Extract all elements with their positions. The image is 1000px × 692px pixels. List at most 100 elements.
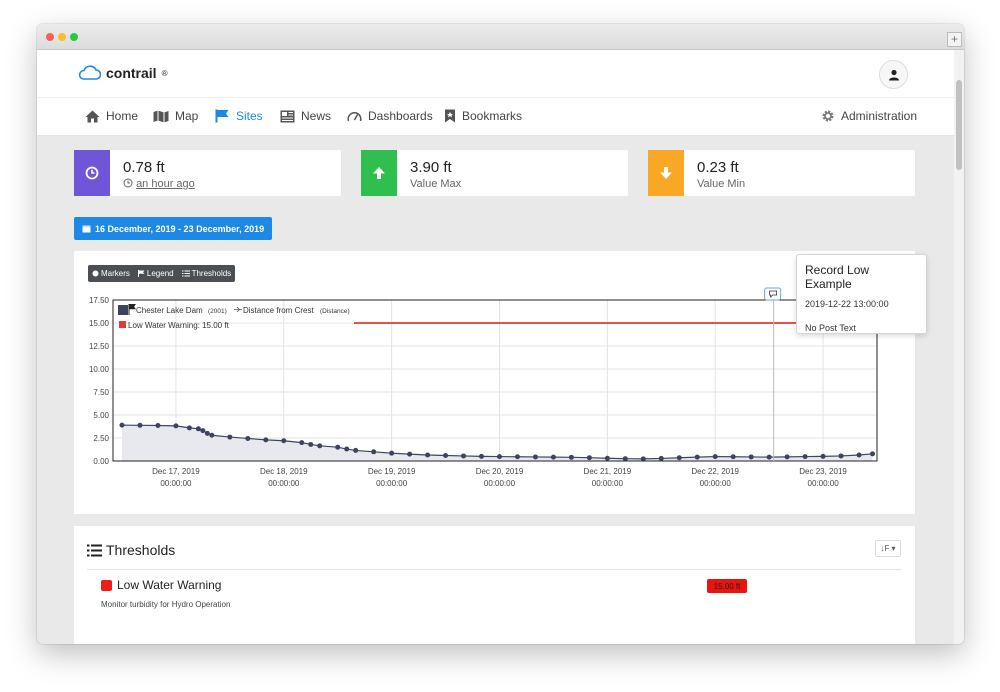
- x-tick-time: 00:00:00: [700, 479, 732, 488]
- data-point: [200, 428, 206, 434]
- close-window-button[interactable]: [46, 33, 54, 41]
- data-point: [838, 453, 844, 459]
- nav-label-administration: Administration: [841, 109, 918, 123]
- chart-plot[interactable]: 17.50 15.00 12.50 10.00 7.50 5.00 2.50 0.00 Dec…: [74, 251, 915, 514]
- data-point: [353, 447, 359, 453]
- last-updated-link[interactable]: an hour ago: [136, 178, 195, 190]
- legend-site-name: Chester Lake Dam: [136, 306, 203, 315]
- tooltip-body: No Post Text: [805, 323, 856, 333]
- list-icon: [87, 544, 102, 556]
- y-tick-label: 17.50: [89, 296, 110, 305]
- nav-item-administration[interactable]: Administration: [821, 109, 917, 123]
- stat-value-current: 0.78 ft: [123, 159, 165, 176]
- x-tick-date: Dec 23, 2019: [799, 467, 847, 476]
- data-point: [461, 453, 467, 459]
- y-tick-label: 5.00: [93, 411, 109, 420]
- data-point: [870, 451, 876, 457]
- x-tick-time: 00:00:00: [376, 479, 408, 488]
- data-point: [676, 455, 682, 461]
- data-point: [730, 454, 736, 460]
- nav-item-dashboards[interactable]: Dashboards: [347, 109, 433, 123]
- maximize-window-button[interactable]: [70, 33, 78, 41]
- user-avatar-button[interactable]: [879, 60, 908, 89]
- data-point: [335, 444, 341, 450]
- data-point: [425, 452, 431, 458]
- calendar-icon: [82, 225, 91, 232]
- scrollbar-thumb[interactable]: [956, 80, 962, 170]
- date-range-label: 16 December, 2019 - 23 December, 2019: [95, 223, 265, 234]
- data-point: [371, 449, 377, 455]
- y-tick-label: 10.00: [89, 365, 110, 374]
- stat-icon-box-max: [361, 150, 397, 196]
- legend-site-code: (2001): [208, 308, 227, 315]
- stat-card-min: 0.23 ft Value Min: [648, 150, 915, 196]
- data-point: [155, 422, 161, 428]
- nav-item-bookmarks[interactable]: Bookmarks: [444, 109, 522, 123]
- data-point: [622, 456, 628, 462]
- data-point: [344, 446, 350, 452]
- x-tick-time: 00:00:00: [160, 479, 192, 488]
- y-tick-label: 15.00: [89, 319, 110, 328]
- data-point: [317, 443, 323, 449]
- contrail-logo[interactable]: contrail ®: [77, 65, 167, 81]
- x-tick-date: Dec 18, 2019: [260, 467, 308, 476]
- threshold-item-name[interactable]: Low Water Warning: [101, 578, 221, 592]
- threshold-item-label: Low Water Warning: [117, 578, 222, 592]
- marker-comment-icon[interactable]: [764, 287, 782, 301]
- stat-sub-current: an hour ago: [123, 178, 195, 190]
- stat-sub-max: Value Max: [410, 178, 462, 190]
- thresholds-sort-button[interactable]: ↓F ▾: [875, 540, 901, 557]
- data-point: [186, 425, 192, 431]
- legend-series-name: Distance from Crest: [243, 306, 314, 315]
- y-tick-label: 2.50: [93, 434, 109, 443]
- data-point: [820, 453, 826, 459]
- legend-threshold-label: Low Water Warning: 15.00 ft: [128, 321, 230, 330]
- nav-label-sites: Sites: [236, 109, 263, 123]
- nav-item-sites[interactable]: Sites: [215, 109, 263, 123]
- gear-icon: [822, 110, 834, 122]
- x-tick-time: 00:00:00: [268, 479, 300, 488]
- data-point: [766, 454, 772, 460]
- data-point: [748, 454, 754, 460]
- window-titlebar: +: [37, 24, 964, 50]
- stat-icon-box-min: [648, 150, 684, 196]
- data-point: [119, 422, 125, 428]
- data-point: [514, 454, 520, 460]
- thresholds-title: Thresholds: [106, 542, 176, 558]
- stat-card-current: 0.78 ft an hour ago: [74, 150, 341, 196]
- clock-small-icon: [123, 178, 133, 188]
- x-tick-date: Dec 21, 2019: [584, 467, 632, 476]
- tooltip-date: 2019-12-22 13:00:00: [805, 299, 889, 309]
- nav-item-news[interactable]: News: [280, 109, 331, 123]
- y-tick-label: 12.50: [89, 342, 110, 351]
- data-point: [550, 454, 556, 460]
- threshold-color-swatch: [101, 579, 112, 591]
- legend-threshold-swatch: [119, 321, 126, 328]
- flag-icon: [215, 109, 229, 123]
- minimize-window-button[interactable]: [58, 33, 66, 41]
- data-point: [389, 450, 395, 456]
- page-scrollbar[interactable]: [954, 50, 964, 644]
- x-tick-date: Dec 19, 2019: [368, 467, 416, 476]
- nav-item-map[interactable]: Map: [153, 109, 198, 123]
- new-tab-button[interactable]: +: [947, 32, 962, 47]
- tooltip-title: Record Low Example: [805, 263, 870, 291]
- clock-icon: [85, 166, 99, 180]
- data-point: [137, 422, 143, 428]
- nav-item-home[interactable]: Home: [85, 109, 138, 123]
- legend-series-note: (Distance): [320, 308, 350, 315]
- arrow-up-icon: [373, 167, 385, 179]
- date-range-button[interactable]: 16 December, 2019 - 23 December, 2019: [74, 217, 272, 240]
- stat-sub-min: Value Min: [697, 178, 746, 190]
- y-tick-label: 7.50: [93, 388, 109, 397]
- x-tick-date: Dec 22, 2019: [691, 467, 739, 476]
- data-point: [694, 454, 700, 460]
- data-point: [281, 438, 287, 444]
- chart-card: Markers Legend Thresholds 17.50 15.00 12.5…: [74, 251, 915, 514]
- legend-series-swatch: [118, 305, 128, 315]
- data-point: [856, 452, 862, 458]
- browser-window: + contrail ® Home Map Sites News Dashboa…: [37, 24, 964, 644]
- data-point: [195, 426, 201, 432]
- x-tick-time: 00:00:00: [592, 479, 624, 488]
- stat-value-max: 3.90 ft: [410, 159, 452, 176]
